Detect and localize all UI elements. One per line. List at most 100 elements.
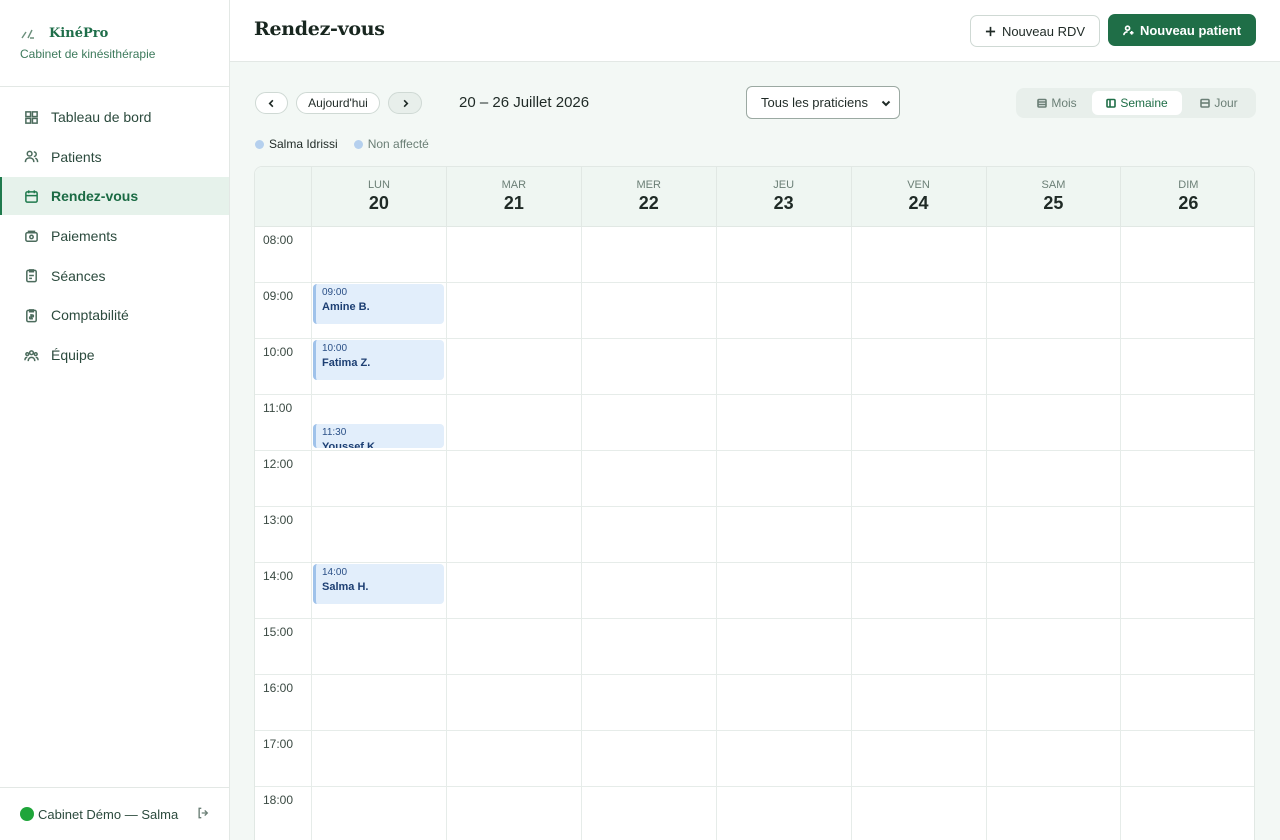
appointment-time: 09:00 (322, 287, 348, 298)
view-day-label: Jour (1214, 96, 1238, 110)
day-header-jeu[interactable]: JEU 23 (715, 167, 851, 227)
legend: Salma Idrissi Non affecté (255, 137, 429, 151)
view-month-button[interactable]: Mois (1022, 91, 1092, 115)
hour-label: 17:00 (263, 737, 294, 751)
page-header: Rendez-vous Nouveau RDV Nouveau patient (230, 0, 1280, 62)
day-name: VEN (907, 179, 930, 191)
hour-label: 10:00 (263, 345, 294, 359)
sidebar-item-label: Tableau de bord (51, 109, 152, 125)
column-divider (1120, 227, 1122, 840)
column-divider (850, 227, 852, 840)
hour-row[interactable]: 17:00 (255, 731, 1254, 787)
hour-row[interactable]: 15:00 (255, 619, 1254, 675)
day-header-sam[interactable]: SAM 25 (985, 167, 1121, 227)
sidebar-nav: Tableau de bord Patients Rendez-vous Pai… (0, 87, 229, 374)
hour-row[interactable]: 16:00 (255, 675, 1254, 731)
day-name: DIM (1178, 179, 1199, 191)
plus-icon (985, 26, 996, 36)
status-dot (20, 807, 34, 821)
day-name: SAM (1041, 179, 1066, 191)
brand: KinéPro Cabinet de kinésithérapie (0, 0, 229, 87)
day-header-lun[interactable]: LUN 20 (311, 167, 446, 227)
calendar-icon (25, 190, 38, 203)
practitioner-select-value: Tous les praticiens (761, 95, 868, 110)
day-number: 24 (908, 193, 929, 213)
day-name: MAR (501, 179, 527, 191)
legend-item: Salma Idrissi (255, 137, 338, 151)
hour-row[interactable]: 13:00 (255, 507, 1254, 563)
day-header-mar[interactable]: MAR 21 (445, 167, 581, 227)
hour-row[interactable]: 12:00 (255, 451, 1254, 507)
hour-label: 11:00 (263, 401, 293, 415)
sidebar-item-seances[interactable]: Séances (0, 257, 229, 295)
hour-label: 09:00 (263, 289, 294, 303)
appointment-event[interactable]: 11:30 Youssef K. (313, 424, 444, 448)
column-divider (985, 227, 987, 840)
week-calendar: LUN 20 MAR 21 MER 22 JEU 23 VEN 24 SAM 25 DIM 26 08:0… (254, 166, 1255, 840)
team-icon (24, 349, 39, 361)
clipboard-icon (26, 269, 37, 283)
wallet-icon (25, 230, 38, 242)
previous-week-button[interactable] (255, 92, 288, 114)
day-header-ven[interactable]: VEN 24 (850, 167, 986, 227)
day-icon (1200, 98, 1211, 108)
day-name: MER (636, 179, 661, 191)
appointment-time: 10:00 (322, 343, 348, 354)
calendar-header: LUN 20 MAR 21 MER 22 JEU 23 VEN 24 SAM 25 DIM 26 (255, 167, 1254, 227)
view-day-button[interactable]: Jour (1186, 91, 1252, 115)
dashboard-icon (25, 110, 38, 124)
day-number: 22 (638, 193, 659, 213)
legend-dot (353, 139, 363, 149)
column-divider (445, 227, 447, 840)
hour-label: 08:00 (263, 233, 294, 247)
sidebar-item-label: Patients (51, 148, 102, 165)
sidebar-item-equipe[interactable]: Équipe (0, 336, 229, 374)
column-divider (715, 227, 717, 840)
hour-row[interactable]: 08:00 (255, 227, 1254, 283)
appointment-patient: Fatima Z. (322, 357, 371, 369)
next-week-button[interactable] (388, 92, 422, 114)
legend-label: Non affecté (367, 137, 429, 151)
logo-icon (20, 27, 41, 41)
appointment-event[interactable]: 10:00 Fatima Z. (313, 340, 444, 380)
sidebar-footer: Cabinet Démo — Salma (0, 787, 229, 840)
date-range: 20 – 26 Juillet 2026 (459, 94, 590, 111)
hour-label: 13:00 (263, 513, 294, 527)
hour-label: 18:00 (263, 793, 294, 807)
view-week-label: Semaine (1120, 96, 1168, 110)
view-week-button[interactable]: Semaine (1092, 91, 1182, 115)
column-divider (311, 227, 312, 840)
sidebar-item-patients[interactable]: Patients (0, 138, 229, 176)
day-header-dim[interactable]: DIM 26 (1120, 167, 1254, 227)
sidebar-item-tableau-de-bord[interactable]: Tableau de bord (0, 98, 229, 136)
hour-label: 12:00 (263, 457, 294, 471)
sidebar-item-paiements[interactable]: Paiements (0, 217, 229, 255)
brand-subtitle: Cabinet de kinésithérapie (20, 47, 156, 61)
month-icon (1037, 98, 1048, 108)
today-button[interactable]: Aujourd'hui (296, 92, 380, 114)
day-header-mer[interactable]: MER 22 (580, 167, 716, 227)
sidebar-item-comptabilite[interactable]: Comptabilité (0, 296, 229, 334)
week-icon (1106, 98, 1117, 108)
new-patient-button[interactable]: Nouveau patient (1108, 14, 1256, 46)
sidebar-item-label: Comptabilité (51, 307, 129, 324)
appointment-event[interactable]: 14:00 Salma H. (313, 564, 444, 604)
brand-name: KinéPro (49, 26, 109, 41)
sidebar: KinéPro Cabinet de kinésithérapie Tablea… (0, 0, 230, 840)
hour-label: 16:00 (263, 681, 294, 695)
ledger-icon (26, 309, 37, 323)
new-appointment-button[interactable]: Nouveau RDV (970, 15, 1100, 47)
day-name: LUN (367, 179, 390, 191)
logout-icon[interactable] (197, 807, 209, 822)
appointment-event[interactable]: 09:00 Amine B. (313, 284, 444, 324)
practitioner-select[interactable]: Tous les praticiens (746, 86, 900, 119)
hour-row[interactable]: 18:00 (255, 787, 1254, 840)
sidebar-item-label: Séances (51, 267, 106, 284)
legend-item: Non affecté (353, 137, 429, 151)
view-month-label: Mois (1051, 96, 1077, 110)
legend-dot (255, 139, 264, 149)
sidebar-item-rendez-vous[interactable]: Rendez-vous (0, 177, 229, 216)
appointment-time: 11:30 (322, 427, 347, 438)
chevron-right-icon (403, 99, 408, 107)
day-number: 21 (503, 193, 524, 213)
